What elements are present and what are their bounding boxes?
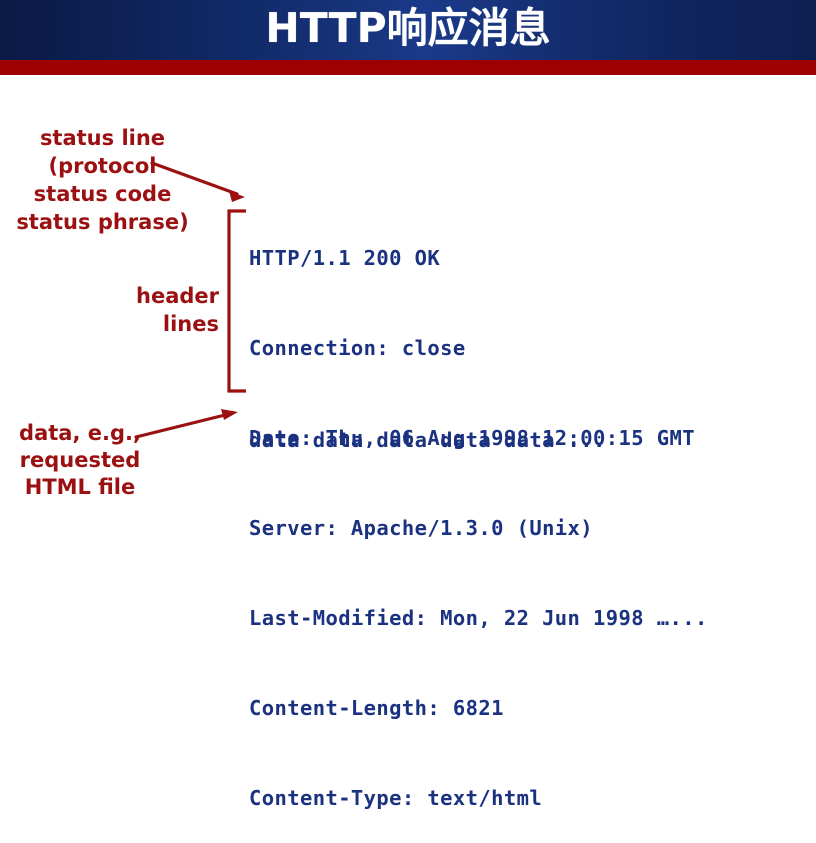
http-header-line: Last-Modified: Mon, 22 Jun 1998 …... [249,606,708,630]
annotation-header-lines: header lines [136,284,219,336]
annotation-status-line: status line (protocol status code status… [16,126,189,234]
http-header-line: Connection: close [249,336,466,360]
http-header-line: Content-Type: text/html [249,786,543,810]
http-status-line: HTTP/1.1 200 OK [249,246,441,270]
http-header-line: Server: Apache/1.3.0 (Unix) [249,516,594,540]
header-lines-bracket-icon [227,209,246,393]
http-header-line: Content-Length: 6821 [249,696,504,720]
accent-divider-bar [0,60,816,75]
slide-header-band: HTTP响应消息 [0,0,816,60]
http-body-line: data data data data data ... [249,428,606,452]
page-title: HTTP响应消息 [265,4,551,52]
annotation-data-body: data, e.g., requested HTML file [19,421,141,499]
http-response-message: HTTP/1.1 200 OK Connection: close Date: … [249,183,708,843]
